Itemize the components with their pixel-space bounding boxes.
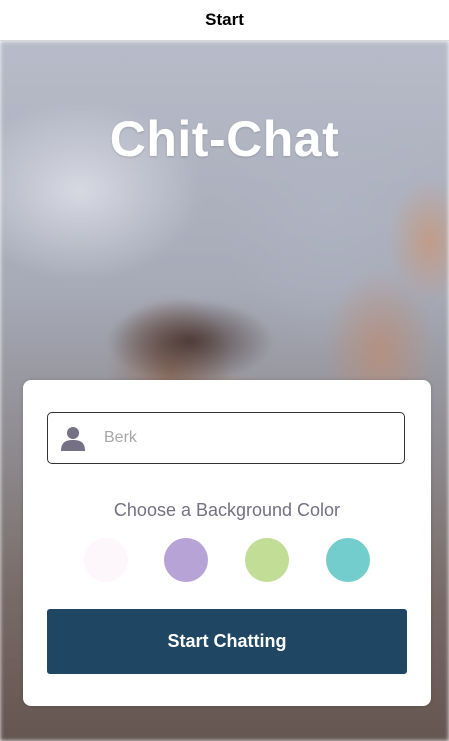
navigation-bar: Start: [0, 0, 449, 41]
color-swatch-2[interactable]: [164, 538, 208, 582]
app-title: Chit-Chat: [109, 111, 340, 167]
user-icon: [61, 427, 85, 451]
color-swatch-3[interactable]: [245, 538, 289, 582]
name-field[interactable]: [47, 412, 405, 464]
color-swatch-4[interactable]: [326, 538, 370, 582]
name-input[interactable]: [104, 429, 364, 447]
color-swatches: [84, 538, 370, 582]
nav-title: Start: [205, 10, 244, 29]
start-chatting-button[interactable]: Start Chatting: [47, 609, 407, 674]
color-swatch-1[interactable]: [84, 538, 128, 582]
start-form-card: Choose a Background Color Start Chatting: [23, 380, 431, 706]
color-prompt: Choose a Background Color: [113, 500, 341, 520]
